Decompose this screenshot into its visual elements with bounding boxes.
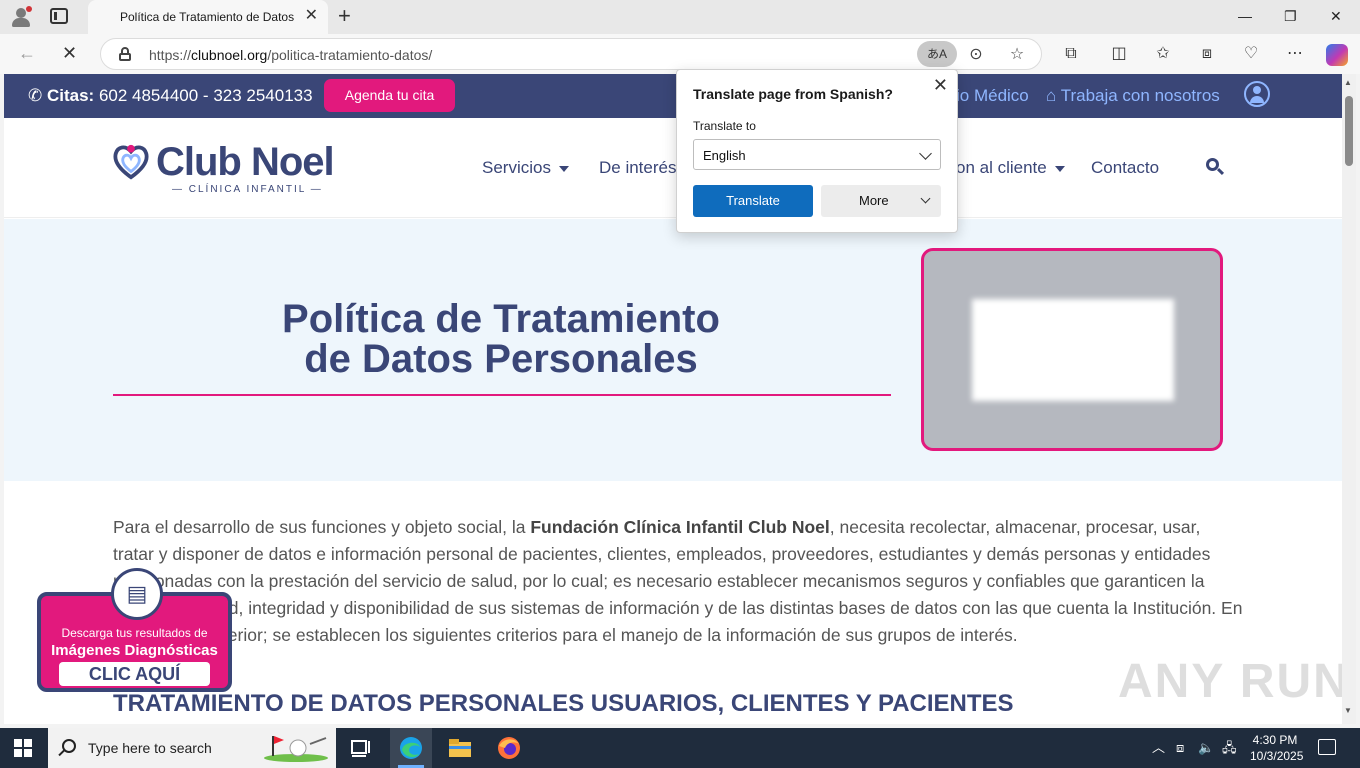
scroll-thumb[interactable] [1345,96,1353,166]
menu-atencion-cliente[interactable]: on al cliente [956,158,1065,178]
search-icon [62,739,76,753]
search-highlight-icon [264,736,328,762]
site-search-icon[interactable] [1206,158,1225,176]
scroll-down-icon[interactable]: ▼ [1344,706,1352,715]
stop-loading-icon[interactable]: ✕ [62,43,77,63]
caret-down-icon [1054,165,1065,172]
heart-logo-icon [113,144,149,180]
profile-icon[interactable] [10,6,34,28]
taskbar-clock[interactable]: 4:30 PM 10/3/2025 [1250,732,1303,764]
windows-taskbar: Type here to search ︿ ⧈ 🔈 🖧 4:30 PM 10/3… [0,728,1360,768]
menu-de-interes[interactable]: De interés [599,158,676,178]
menu-contacto[interactable]: Contacto [1091,158,1159,178]
extensions-icon[interactable]: ⧉ [1061,44,1081,64]
url-text[interactable]: https://clubnoel.org/politica-tratamient… [149,47,432,63]
close-window-icon[interactable]: ✕ [1330,8,1342,24]
notification-center-icon[interactable] [1318,739,1336,755]
logo-name: Club Noel [156,140,335,184]
address-bar[interactable]: https://clubnoel.org/politica-tratamient… [100,38,1042,70]
page-title: Política de Tratamiento de Datos Persona… [282,297,720,381]
translate-popup-title: Translate page from Spanish? [693,86,893,102]
close-icon[interactable]: ✕ [933,76,948,94]
favorite-star-icon[interactable]: ☆ [1008,46,1026,64]
agenda-cita-button[interactable]: Agenda tu cita [324,79,455,112]
tray-chevron-up-icon[interactable]: ︿ [1152,740,1165,756]
caret-down-icon [558,165,569,172]
imagenes-diagnosticas-promo[interactable]: ▤ Descarga tus resultados de Imágenes Di… [37,568,232,692]
scroll-up-icon[interactable]: ▲ [1344,78,1352,87]
back-icon[interactable]: ← [18,43,36,63]
promo-line1: Descarga tus resultados de [61,626,208,640]
phone-info: ✆ Citas: 602 4854400 - 323 2540133 [28,86,313,105]
address-toolbar: ← ✕ https://clubnoel.org/politica-tratam… [0,34,1360,74]
collections-icon[interactable]: ⧈ [1197,44,1217,64]
medico-link[interactable]: io Médico [956,86,1029,106]
chevron-down-icon [919,147,932,160]
tab-actions-icon[interactable] [50,8,68,24]
club-noel-logo[interactable]: Club Noel — CLÍNICA INFANTIL — [112,140,335,196]
intro-paragraph: Para el desarrollo de sus funciones y ob… [113,517,1243,645]
task-view-icon[interactable] [348,734,376,762]
translate-popup: Translate page from Spanish? ✕ Translate… [676,69,958,233]
ethernet-icon[interactable]: 🖧 [1222,740,1237,756]
new-tab-icon[interactable]: + [338,5,351,27]
volume-icon[interactable]: 🔈 [1198,740,1214,756]
site-header: Club Noel — CLÍNICA INFANTIL — Servicios… [4,118,1342,218]
minimize-icon[interactable]: — [1238,8,1252,24]
page-scrollbar[interactable]: ▲ ▼ [1342,74,1356,724]
more-button[interactable]: More [821,185,941,217]
restore-icon[interactable]: ❐ [1284,8,1297,24]
promo-line2: Imágenes Diagnósticas [51,642,218,659]
lock-icon[interactable] [119,47,131,61]
favorites-icon[interactable]: ✩ [1153,44,1173,64]
tab-close-icon[interactable]: ✕ [305,8,318,24]
menu-servicios[interactable]: Servicios [482,158,569,178]
translate-page-icon[interactable]: あA [917,41,957,67]
xray-document-icon: ▤ [111,568,163,620]
split-screen-icon[interactable]: ◫ [1109,44,1129,64]
translate-to-label: Translate to [693,119,756,133]
chevron-down-icon [920,193,931,204]
network-icon[interactable]: ⧈ [1176,740,1184,756]
hero-image [921,248,1223,451]
browser-tab-bar: Política de Tratamiento de Datos P ✕ + —… [0,0,1360,34]
section-heading: TRATAMIENTO DE DATOS PERSONALES USUARIOS… [113,690,1014,717]
edge-browser-icon[interactable] [397,734,425,762]
web-page: ✆ Citas: 602 4854400 - 323 2540133 Agend… [4,74,1342,724]
tab-title: Política de Tratamiento de Datos P [120,10,294,24]
briefcase-icon: ⌂ [1046,86,1057,105]
taskbar-search-box[interactable]: Type here to search [48,728,336,768]
clic-aqui-button[interactable]: CLIC AQUÍ [59,662,210,686]
copilot-icon[interactable] [1326,44,1348,66]
translate-button[interactable]: Translate [693,185,813,217]
settings-more-icon[interactable]: ⋯ [1285,44,1305,64]
windows-start-icon[interactable] [14,739,32,757]
language-select[interactable]: English [693,139,941,170]
trabaja-link[interactable]: ⌂ Trabaja con nosotros [1046,86,1220,106]
site-top-bar: ✆ Citas: 602 4854400 - 323 2540133 Agend… [4,74,1342,118]
active-tab[interactable]: Política de Tratamiento de Datos P ✕ [88,0,328,34]
reading-mode-icon[interactable]: ⊙ [967,46,985,64]
browser-essentials-icon[interactable]: ♡ [1241,44,1261,64]
logo-subtitle: — CLÍNICA INFANTIL — [172,184,323,195]
anyrun-watermark: ANY RUN [1118,655,1342,708]
user-account-icon[interactable] [1244,81,1270,107]
hero-section: Política de Tratamiento de Datos Persona… [4,219,1342,481]
firefox-icon[interactable] [495,734,523,762]
file-explorer-icon[interactable] [446,734,474,762]
title-underline [113,394,891,396]
